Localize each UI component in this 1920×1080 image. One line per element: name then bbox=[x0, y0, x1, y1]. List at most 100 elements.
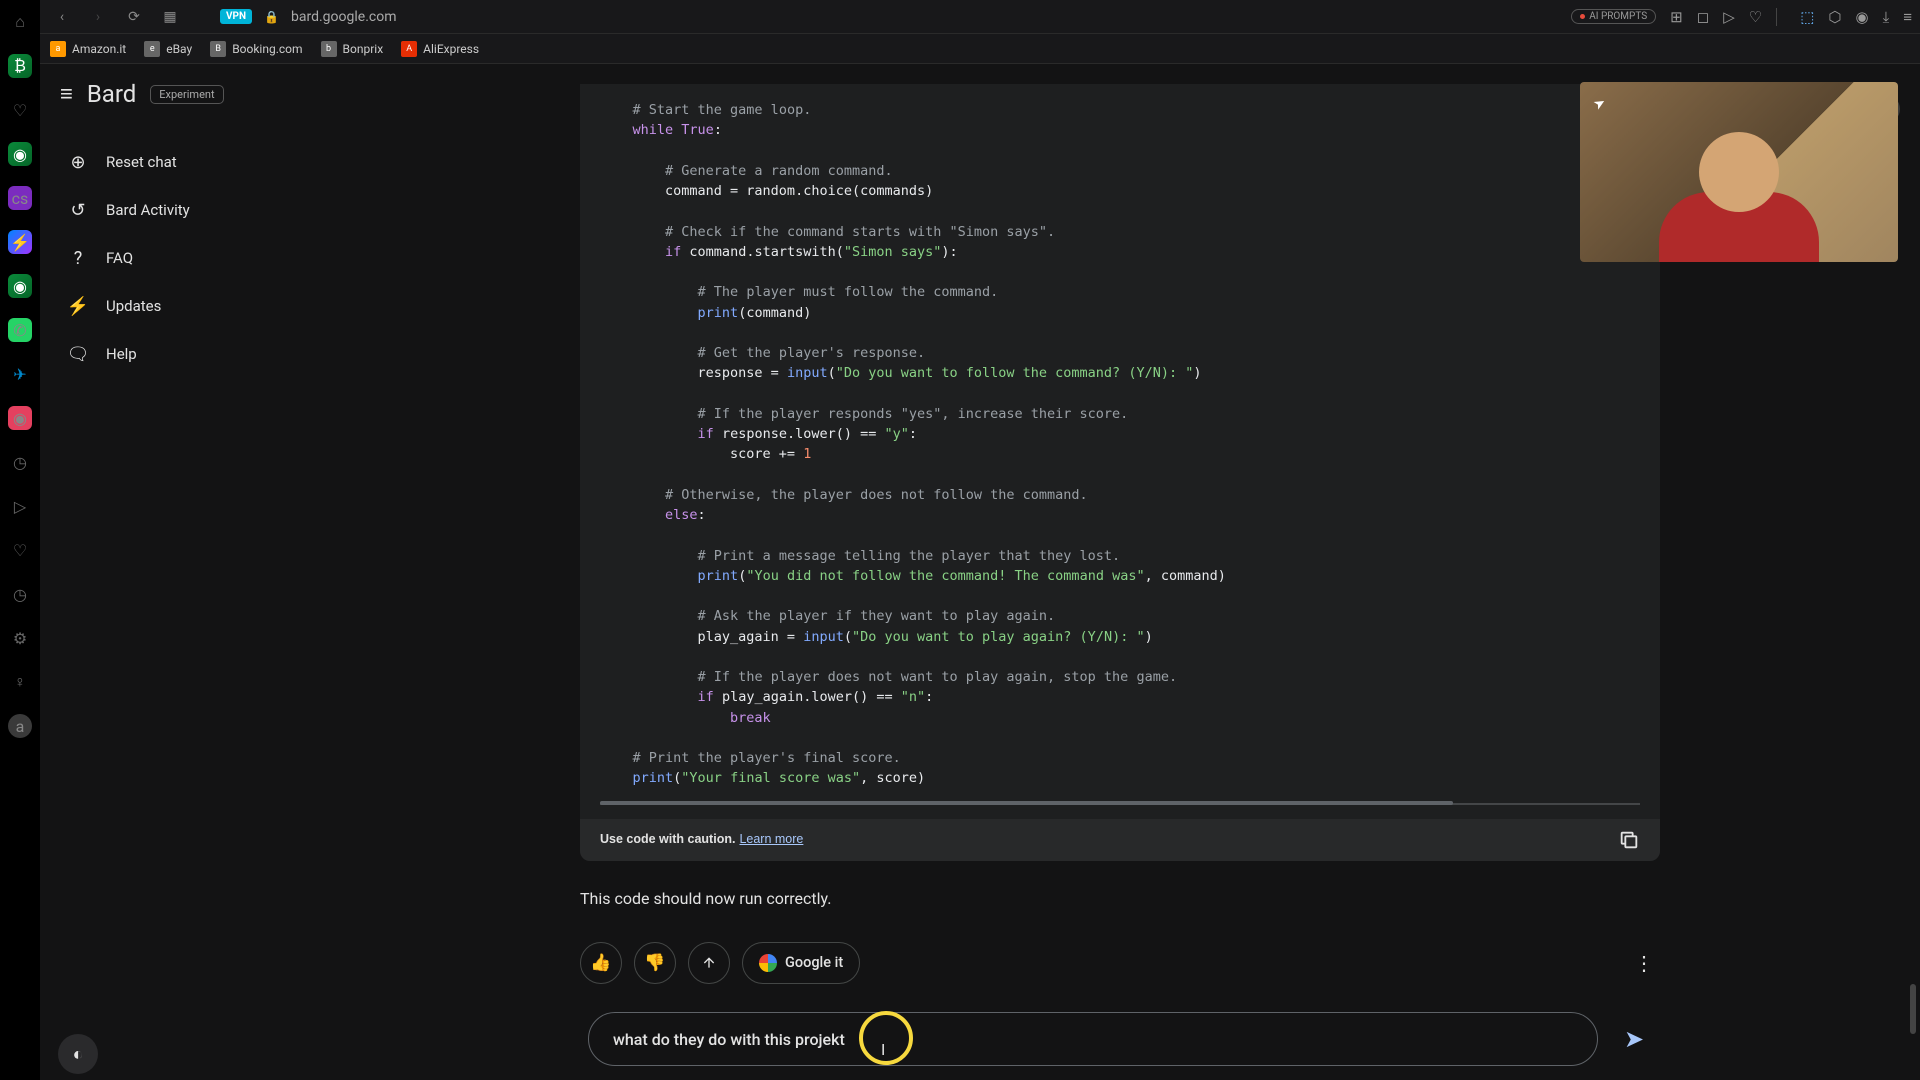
dock-item[interactable]: ◷ bbox=[8, 582, 32, 606]
url-text[interactable]: bard.google.com bbox=[291, 9, 396, 25]
dock-item[interactable]: ♡ bbox=[8, 538, 32, 562]
prompt-value: what do they do with this projekt bbox=[613, 1030, 845, 1049]
apps-button[interactable]: ▦ bbox=[158, 5, 182, 29]
google-it-label: Google it bbox=[785, 954, 843, 971]
help-icon: ? bbox=[68, 248, 88, 268]
copy-code-button[interactable] bbox=[1618, 829, 1640, 851]
dock-item[interactable]: a bbox=[8, 714, 32, 738]
ext-icon[interactable]: ⬚ bbox=[1800, 8, 1814, 26]
dock-item[interactable]: ♡ bbox=[8, 98, 32, 122]
menu-icon[interactable]: ≡ bbox=[60, 81, 73, 107]
webcam-face bbox=[1699, 132, 1779, 212]
bookmark-label: Bonprix bbox=[343, 42, 384, 56]
thumbs-down-button[interactable]: 👎 bbox=[634, 942, 676, 984]
ext-icon[interactable]: ⊞ bbox=[1670, 8, 1683, 26]
download-icon[interactable]: ⤓ bbox=[1883, 8, 1890, 26]
favicon-icon: b bbox=[321, 41, 337, 57]
os-dock: ⌂ ₿ ♡ ◉ cs ⚡ ◉ ✆ ✈ ◉ ◷ ▷ ♡ ◷ ⚙ ♀ a bbox=[0, 0, 40, 1080]
vpn-badge[interactable]: VPN bbox=[220, 9, 252, 24]
support-icon: 🗨 bbox=[68, 344, 88, 364]
bookmark-label: Amazon.it bbox=[72, 42, 126, 56]
plus-icon: ⊕ bbox=[68, 152, 88, 172]
code-block: # Start the game loop. while True: # Gen… bbox=[580, 84, 1660, 861]
sidebar-item-label: Bard Activity bbox=[106, 201, 190, 219]
cube-icon[interactable]: ⬡ bbox=[1828, 8, 1841, 26]
sidebar-item-help[interactable]: 🗨 Help bbox=[52, 330, 308, 378]
camera-icon[interactable]: ◻ bbox=[1697, 8, 1709, 26]
google-it-button[interactable]: Google it bbox=[742, 942, 860, 984]
favicon-icon: a bbox=[50, 41, 66, 57]
dock-item[interactable]: ◷ bbox=[8, 450, 32, 474]
bookmark-item[interactable]: b Bonprix bbox=[321, 41, 384, 57]
dock-item[interactable]: ◉ bbox=[8, 274, 32, 298]
dock-item[interactable]: ◉ bbox=[8, 406, 32, 430]
bookmark-label: Booking.com bbox=[232, 42, 302, 56]
response-actions: 👍 👎 Google it ⋮ bbox=[580, 942, 1660, 984]
sidebar-item-label: FAQ bbox=[106, 249, 133, 267]
learn-more-link[interactable]: Learn more bbox=[739, 832, 803, 846]
forward-button[interactable]: › bbox=[86, 5, 110, 29]
ai-prompts-label: AI PROMPTS bbox=[1589, 11, 1647, 22]
theme-toggle-button[interactable]: ◐ bbox=[58, 1034, 98, 1074]
profile-icon[interactable]: ◉ bbox=[1856, 8, 1869, 26]
bookmark-item[interactable]: A AliExpress bbox=[401, 41, 479, 57]
caution-text: Use code with caution. bbox=[600, 832, 735, 846]
cursor-highlight-icon bbox=[859, 1011, 913, 1065]
share-button[interactable] bbox=[688, 942, 730, 984]
bard-header: ≡ Bard Experiment bbox=[52, 80, 308, 108]
bookmark-item[interactable]: e eBay bbox=[144, 41, 192, 57]
ai-prompts-badge[interactable]: AI PROMPTS bbox=[1571, 9, 1656, 24]
back-button[interactable]: ‹ bbox=[50, 5, 74, 29]
divider bbox=[1776, 8, 1786, 26]
experiment-badge: Experiment bbox=[150, 85, 223, 104]
dock-item[interactable]: ✆ bbox=[8, 318, 32, 342]
favicon-icon: B bbox=[210, 41, 226, 57]
dock-item[interactable]: ✈ bbox=[8, 362, 32, 386]
more-options-button[interactable]: ⋮ bbox=[1628, 945, 1660, 981]
thumbs-up-button[interactable]: 👍 bbox=[580, 942, 622, 984]
bard-app: ≡ Bard Experiment ⊕ Reset chat ↺ Bard Ac… bbox=[40, 64, 1920, 1080]
code-content[interactable]: # Start the game loop. while True: # Gen… bbox=[600, 100, 1640, 789]
send-button[interactable]: ➤ bbox=[1616, 1021, 1652, 1057]
scrollbar[interactable] bbox=[1910, 984, 1916, 1034]
dock-item[interactable]: ₿ bbox=[8, 54, 32, 78]
browser-toolbar: ‹ › ⟳ ▦ VPN 🔒 bard.google.com AI PROMPTS… bbox=[0, 0, 1920, 34]
play-icon[interactable]: ▷ bbox=[1723, 8, 1735, 26]
sidebar-item-updates[interactable]: ⚡ Updates bbox=[52, 282, 308, 330]
dock-item[interactable]: ⚡ bbox=[8, 230, 32, 254]
sidebar-item-reset-chat[interactable]: ⊕ Reset chat bbox=[52, 138, 308, 186]
dock-item[interactable]: ▷ bbox=[8, 494, 32, 518]
google-logo-icon bbox=[759, 954, 777, 972]
bookmark-label: AliExpress bbox=[423, 42, 479, 56]
dock-item[interactable]: cs bbox=[8, 186, 32, 210]
prompt-input[interactable]: what do they do with this projekt I bbox=[588, 1012, 1598, 1066]
dock-item[interactable]: ⚙ bbox=[8, 626, 32, 650]
sidebar-item-label: Help bbox=[106, 345, 137, 363]
red-dot-icon bbox=[1580, 14, 1585, 19]
lock-icon: 🔒 bbox=[264, 10, 279, 24]
favicon-icon: A bbox=[401, 41, 417, 57]
code-caution: Use code with caution. Learn more bbox=[580, 819, 1660, 861]
bolt-icon: ⚡ bbox=[68, 296, 88, 316]
dock-item[interactable]: ♀ bbox=[8, 670, 32, 694]
sidebar-item-label: Updates bbox=[106, 297, 161, 315]
menu-icon[interactable]: ≡ bbox=[1903, 8, 1912, 26]
bookmarks-bar: a Amazon.it e eBay B Booking.com b Bonpr… bbox=[0, 34, 1920, 64]
dock-item[interactable]: ◉ bbox=[8, 142, 32, 166]
bookmark-item[interactable]: B Booking.com bbox=[210, 41, 302, 57]
heart-icon[interactable]: ♡ bbox=[1749, 8, 1762, 26]
bookmark-label: eBay bbox=[166, 42, 192, 56]
sidebar-item-label: Reset chat bbox=[106, 153, 177, 171]
webcam-overlay[interactable]: ➤ bbox=[1580, 82, 1898, 262]
text-cursor-icon: I bbox=[881, 1040, 885, 1059]
sidebar-item-bard-activity[interactable]: ↺ Bard Activity bbox=[52, 186, 308, 234]
input-area: what do they do with this projekt I ➤ bbox=[320, 986, 1920, 1080]
favicon-icon: e bbox=[144, 41, 160, 57]
pointer-icon: ➤ bbox=[1591, 94, 1609, 114]
bard-logo: Bard bbox=[87, 80, 136, 108]
reload-button[interactable]: ⟳ bbox=[122, 5, 146, 29]
sidebar-item-faq[interactable]: ? FAQ bbox=[52, 234, 308, 282]
dock-item[interactable]: ⌂ bbox=[8, 10, 32, 34]
chat-column: # Start the game loop. while True: # Gen… bbox=[580, 84, 1660, 986]
bookmark-item[interactable]: a Amazon.it bbox=[50, 41, 126, 57]
